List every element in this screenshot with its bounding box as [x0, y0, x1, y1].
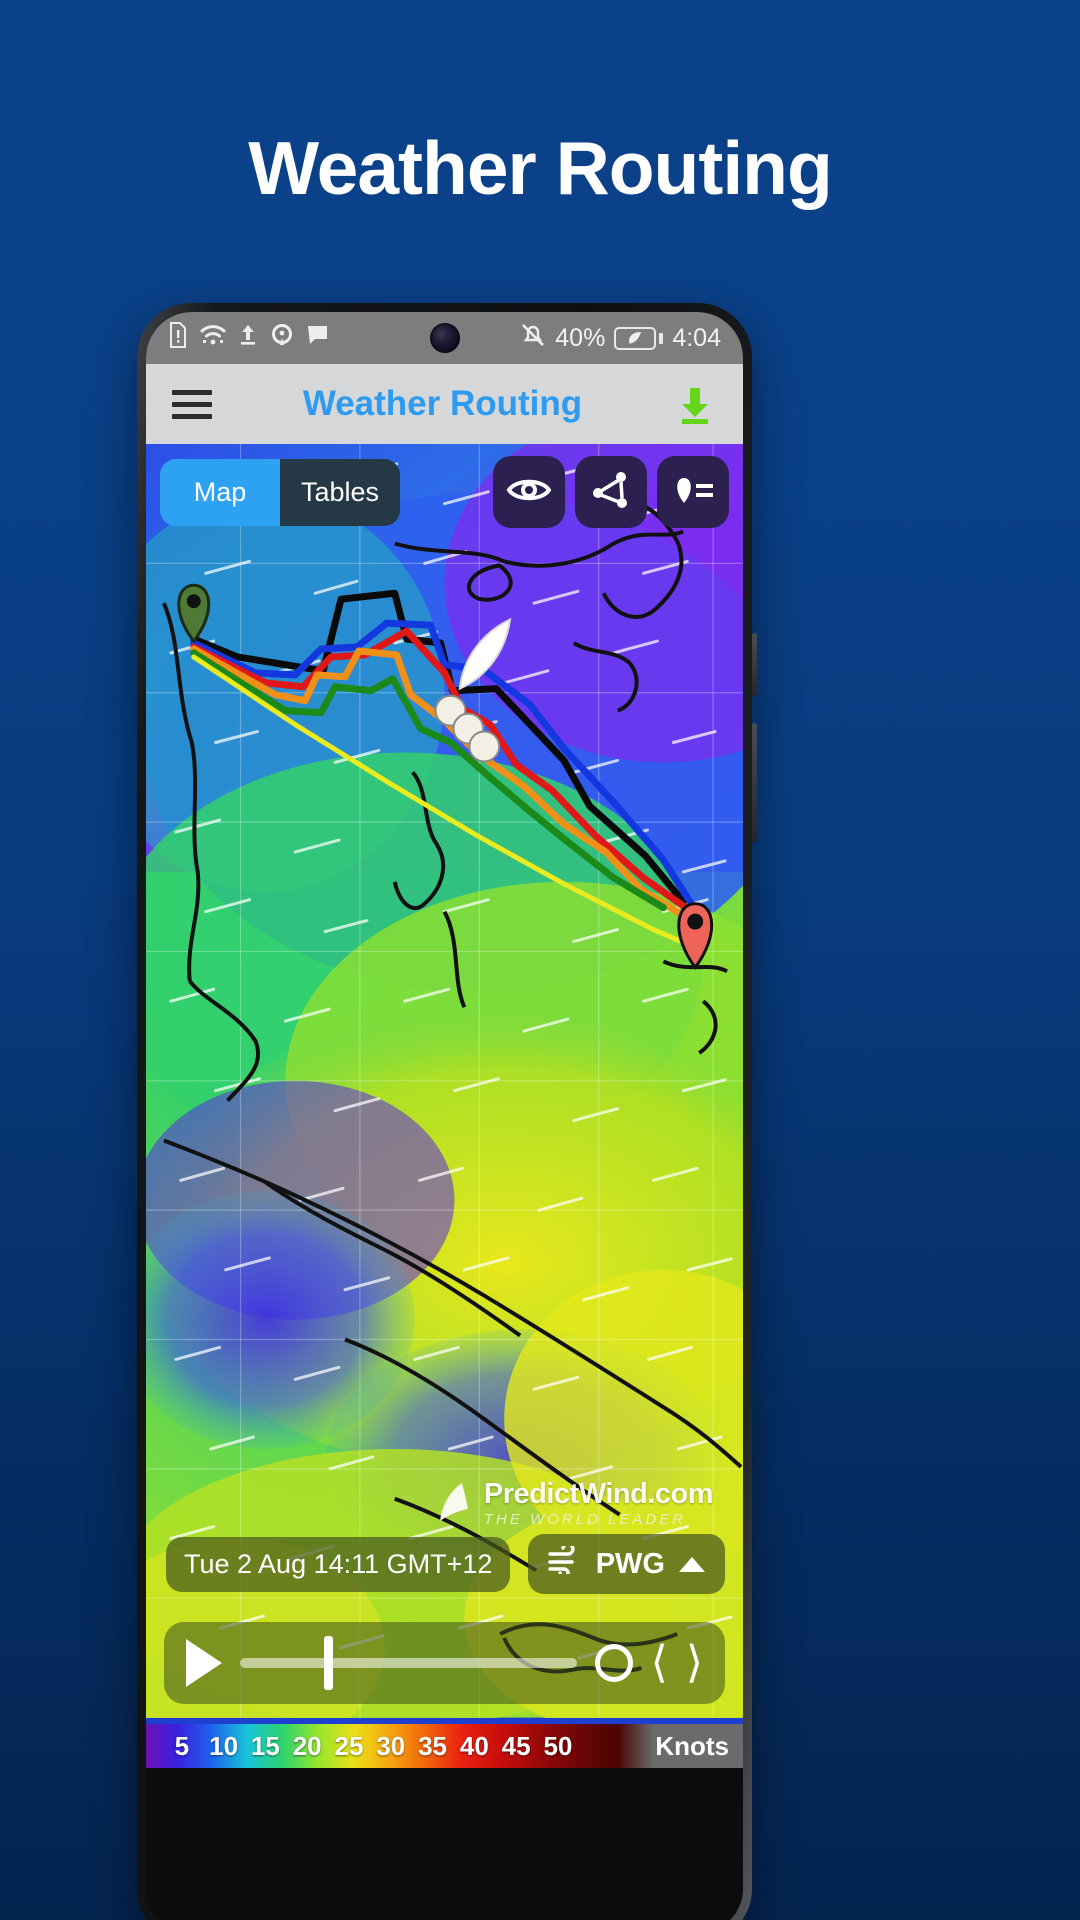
location-icon	[270, 323, 294, 354]
wind-scale-legend: 5 10 15 20 25 30 35 40 45 50 Knots	[146, 1724, 743, 1768]
phone-frame: 40% 4:04 Weather Routing Map Tables Pred…	[137, 303, 757, 1920]
watermark-brand: PredictWind.com	[483, 1478, 714, 1510]
status-bar: 40% 4:04	[146, 312, 743, 364]
bell-muted-icon	[520, 322, 546, 355]
weather-map[interactable]: Map Tables PredictWind.com THE WORLD LEA…	[146, 444, 743, 1724]
battery-percent-label: 40%	[555, 323, 606, 352]
visibility-toggle-button[interactable]	[493, 456, 565, 528]
hamburger-menu-icon[interactable]	[172, 389, 212, 419]
page-title: Weather Routing	[248, 126, 833, 210]
time-slider[interactable]	[240, 1636, 577, 1690]
scale-tick: 45	[501, 1730, 531, 1761]
chevron-left-icon[interactable]: ⟨	[651, 1641, 668, 1685]
scale-tick: 15	[250, 1730, 280, 1761]
scale-tick: 25	[334, 1730, 364, 1761]
app-bar-title: Weather Routing	[302, 384, 583, 423]
sim-alert-icon	[168, 321, 188, 355]
routes-button[interactable]	[575, 456, 647, 528]
forecast-timestamp: Tue 2 Aug 14:11 GMT+12	[166, 1537, 511, 1592]
model-label: PWG	[595, 1547, 665, 1580]
waypoints-list-button[interactable]	[657, 456, 729, 528]
upload-icon	[238, 323, 258, 354]
play-icon[interactable]	[186, 1639, 222, 1687]
scale-tick: 20	[292, 1730, 322, 1761]
front-camera	[429, 323, 460, 353]
scale-tick: 40	[459, 1730, 489, 1761]
route-graph-icon	[591, 470, 631, 515]
map-toolbar: Map Tables	[146, 456, 743, 528]
waypoint-list-icon	[671, 473, 715, 512]
scale-tick: 5	[174, 1730, 190, 1761]
watermark-tagline: THE WORLD LEADER	[483, 1511, 687, 1528]
tab-map[interactable]: Map	[160, 458, 280, 526]
app-bar: Weather Routing	[146, 364, 743, 444]
scale-tick: 50	[543, 1730, 573, 1761]
view-mode-tabs: Map Tables	[160, 458, 400, 526]
scale-tick: 10	[209, 1730, 239, 1761]
scale-unit-label: Knots	[655, 1730, 729, 1761]
scale-tick: 30	[376, 1730, 406, 1761]
playback-bar: ⟨ ⟩	[164, 1622, 725, 1704]
model-selector-chip[interactable]: PWG	[527, 1534, 725, 1594]
download-icon[interactable]	[673, 382, 717, 426]
phone-screen: 40% 4:04 Weather Routing Map Tables Pred…	[146, 312, 743, 1920]
chevron-right-icon[interactable]: ⟩	[686, 1641, 703, 1685]
wifi-icon	[200, 323, 226, 354]
eye-icon	[506, 474, 552, 511]
now-circle-icon[interactable]	[594, 1644, 633, 1682]
predictwind-watermark: PredictWind.com THE WORLD LEADER	[436, 1478, 714, 1528]
phone-side-button-volume	[752, 633, 757, 697]
clock-label: 4:04	[672, 323, 721, 352]
wind-icon	[548, 1542, 582, 1582]
scale-tick: 35	[418, 1730, 448, 1761]
battery-saver-leaf-icon	[614, 326, 664, 350]
predictwind-logo-icon	[439, 1483, 468, 1521]
time-slider-handle[interactable]	[324, 1636, 334, 1690]
message-icon	[306, 324, 330, 353]
tab-tables[interactable]: Tables	[280, 458, 400, 526]
chevron-up-icon[interactable]	[679, 1556, 705, 1572]
phone-side-button-power	[752, 723, 757, 843]
